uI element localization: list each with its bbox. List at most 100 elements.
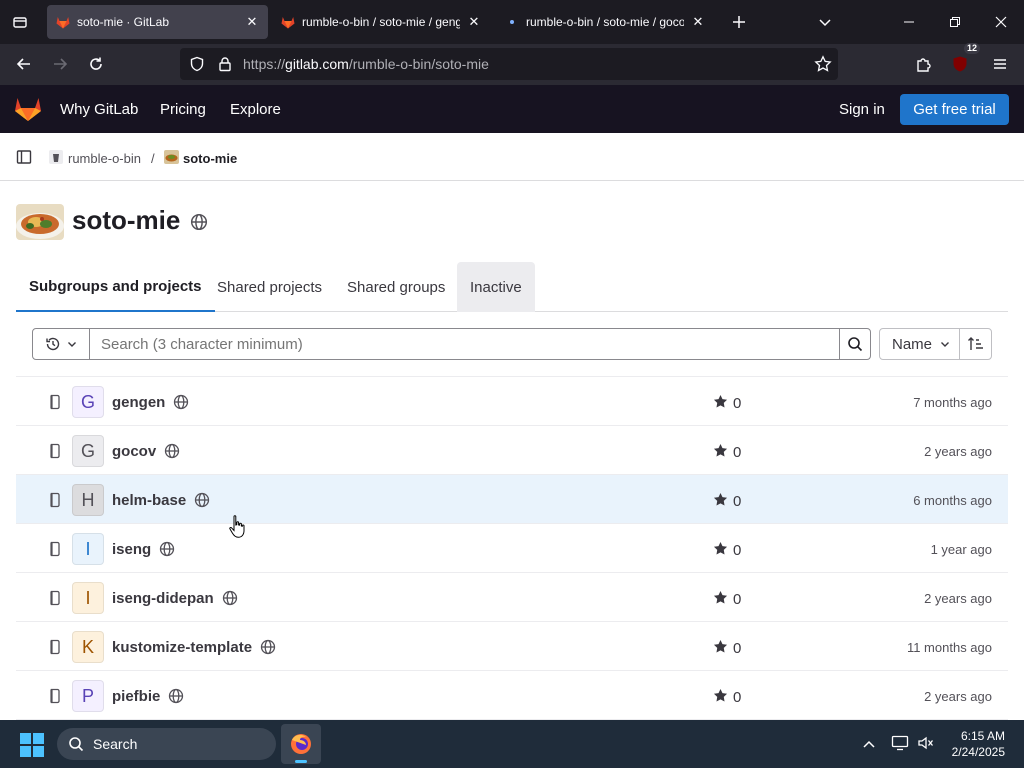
globe-icon: [168, 688, 184, 704]
explore-link[interactable]: Explore: [230, 101, 281, 118]
gitlab-header: Why GitLab Pricing Explore Sign in Get f…: [0, 85, 1024, 133]
project-name-link[interactable]: iseng: [112, 541, 151, 558]
project-avatar[interactable]: H: [72, 484, 104, 516]
restore-button[interactable]: [932, 0, 978, 44]
lock-icon: [219, 57, 231, 72]
close-tab-icon[interactable]: ✕: [690, 14, 706, 30]
address-bar[interactable]: https://gitlab.com/rumble-o-bin/soto-mie: [180, 48, 838, 80]
minimize-button[interactable]: [886, 0, 932, 44]
search-icon: [69, 737, 84, 752]
star-icon: [713, 492, 728, 506]
volume-muted-icon[interactable]: [917, 735, 935, 751]
project-name-link[interactable]: gengen: [112, 394, 165, 411]
updated-time: 2 years ago: [924, 591, 992, 606]
sort-direction-button[interactable]: [959, 328, 992, 360]
get-free-trial-button[interactable]: Get free trial: [900, 94, 1009, 125]
recent-searches-button[interactable]: [32, 328, 90, 360]
breadcrumb-parent[interactable]: rumble-o-bin: [68, 151, 141, 166]
project-row[interactable]: Ggengen 0 7 months ago: [16, 377, 1008, 426]
project-row[interactable]: Ppiefbie 0 2 years ago: [16, 671, 1008, 720]
minimize-icon: [904, 21, 914, 23]
project-row[interactable]: Kkustomize-template 0 11 months ago: [16, 622, 1008, 671]
close-tab-icon[interactable]: ✕: [244, 14, 260, 30]
chevron-down-icon: [819, 19, 831, 27]
soto-mie-dish-image: [16, 204, 64, 240]
project-name-link[interactable]: helm-base: [112, 492, 186, 509]
forward-button[interactable]: [44, 48, 76, 80]
project-avatar[interactable]: K: [72, 631, 104, 663]
clock-date: 2/24/2025: [951, 745, 1005, 759]
globe-icon: [173, 394, 189, 410]
project-avatar[interactable]: G: [72, 435, 104, 467]
updated-time: 2 years ago: [924, 444, 992, 459]
ublock-extension-button[interactable]: 12: [944, 43, 980, 80]
browser-tab-title: rumble-o-bin / soto-mie / gengen: [302, 15, 460, 29]
tab-inactive[interactable]: Inactive: [457, 262, 535, 312]
list-all-tabs-button[interactable]: [802, 0, 848, 44]
why-gitlab-link[interactable]: Why GitLab: [60, 101, 138, 118]
browser-tab[interactable]: rumble-o-bin / soto-mie / gengen ✕: [272, 5, 490, 39]
chevron-down-icon: [68, 342, 76, 347]
project-avatar[interactable]: I: [72, 533, 104, 565]
project-row[interactable]: Ggocov 0 2 years ago: [16, 426, 1008, 475]
tab-list-button[interactable]: [0, 0, 40, 44]
star-icon: [713, 541, 728, 555]
tab-shared-groups[interactable]: Shared groups: [334, 262, 458, 312]
search-input[interactable]: [89, 328, 840, 360]
url-path: /rumble-o-bin/soto-mie: [348, 56, 489, 72]
project-avatar[interactable]: P: [72, 680, 104, 712]
search-button[interactable]: [839, 328, 871, 360]
project-icon: [50, 492, 60, 508]
updated-time: 11 months ago: [906, 640, 992, 655]
history-icon: [46, 337, 60, 351]
sign-in-link[interactable]: Sign in: [839, 101, 885, 118]
pricing-link[interactable]: Pricing: [160, 101, 206, 118]
project-row[interactable]: Iiseng-didepan 0 2 years ago: [16, 573, 1008, 622]
chevron-up-icon[interactable]: [862, 738, 876, 750]
sort-label: Name: [892, 335, 933, 353]
gitlab-favicon-icon: [281, 17, 295, 29]
project-name-link[interactable]: gocov: [112, 443, 156, 460]
group-avatar: [16, 204, 64, 240]
project-name-link[interactable]: piefbie: [112, 688, 160, 705]
project-name-link[interactable]: kustomize-template: [112, 639, 252, 656]
group-title-text: soto-mie: [72, 205, 181, 235]
browser-toolbar: https://gitlab.com/rumble-o-bin/soto-mie…: [0, 43, 1024, 85]
close-window-button[interactable]: [978, 0, 1024, 44]
new-tab-button[interactable]: [716, 0, 762, 44]
project-row[interactable]: Hhelm-base 0 6 months ago: [16, 475, 1008, 524]
reload-button[interactable]: [80, 48, 112, 80]
project-icon: [50, 639, 60, 655]
plus-icon: [733, 16, 745, 28]
extensions-button[interactable]: [908, 48, 940, 80]
sidebar-toggle-icon[interactable]: [16, 149, 32, 165]
project-avatar[interactable]: G: [72, 386, 104, 418]
project-row[interactable]: Iiseng 0 1 year ago: [16, 524, 1008, 573]
star-count: 0: [733, 591, 742, 608]
globe-icon: [159, 541, 175, 557]
taskbar-search[interactable]: Search: [57, 728, 276, 760]
bookmark-star-icon[interactable]: [814, 55, 832, 73]
globe-icon: [190, 213, 208, 231]
tab-shared-projects[interactable]: Shared projects: [204, 262, 335, 312]
taskbar-clock[interactable]: 6:15 AM 2/24/2025: [952, 728, 1005, 760]
app-menu-button[interactable]: [984, 48, 1016, 80]
browser-tab-active[interactable]: soto-mie · GitLab ✕: [47, 5, 268, 39]
project-avatar[interactable]: I: [72, 582, 104, 614]
globe-icon: [222, 590, 238, 606]
network-icon[interactable]: [891, 735, 909, 751]
project-name-link[interactable]: iseng-didepan: [112, 590, 214, 607]
hamburger-icon: [994, 59, 1006, 69]
sort-dropdown[interactable]: Name: [879, 328, 960, 360]
tab-subgroups-and-projects[interactable]: Subgroups and projects: [16, 262, 215, 312]
browser-tab[interactable]: rumble-o-bin / soto-mie / gocov ✕: [496, 5, 714, 39]
gitlab-logo-icon[interactable]: [14, 96, 42, 122]
windows-start-icon[interactable]: [20, 733, 44, 757]
breadcrumb-current[interactable]: soto-mie: [183, 151, 237, 166]
back-button[interactable]: [8, 48, 40, 80]
star-count: 0: [733, 640, 742, 657]
firefox-taskbar-button[interactable]: [281, 724, 321, 764]
puzzle-icon: [917, 58, 931, 72]
close-tab-icon[interactable]: ✕: [466, 14, 482, 30]
project-icon: [50, 590, 60, 606]
